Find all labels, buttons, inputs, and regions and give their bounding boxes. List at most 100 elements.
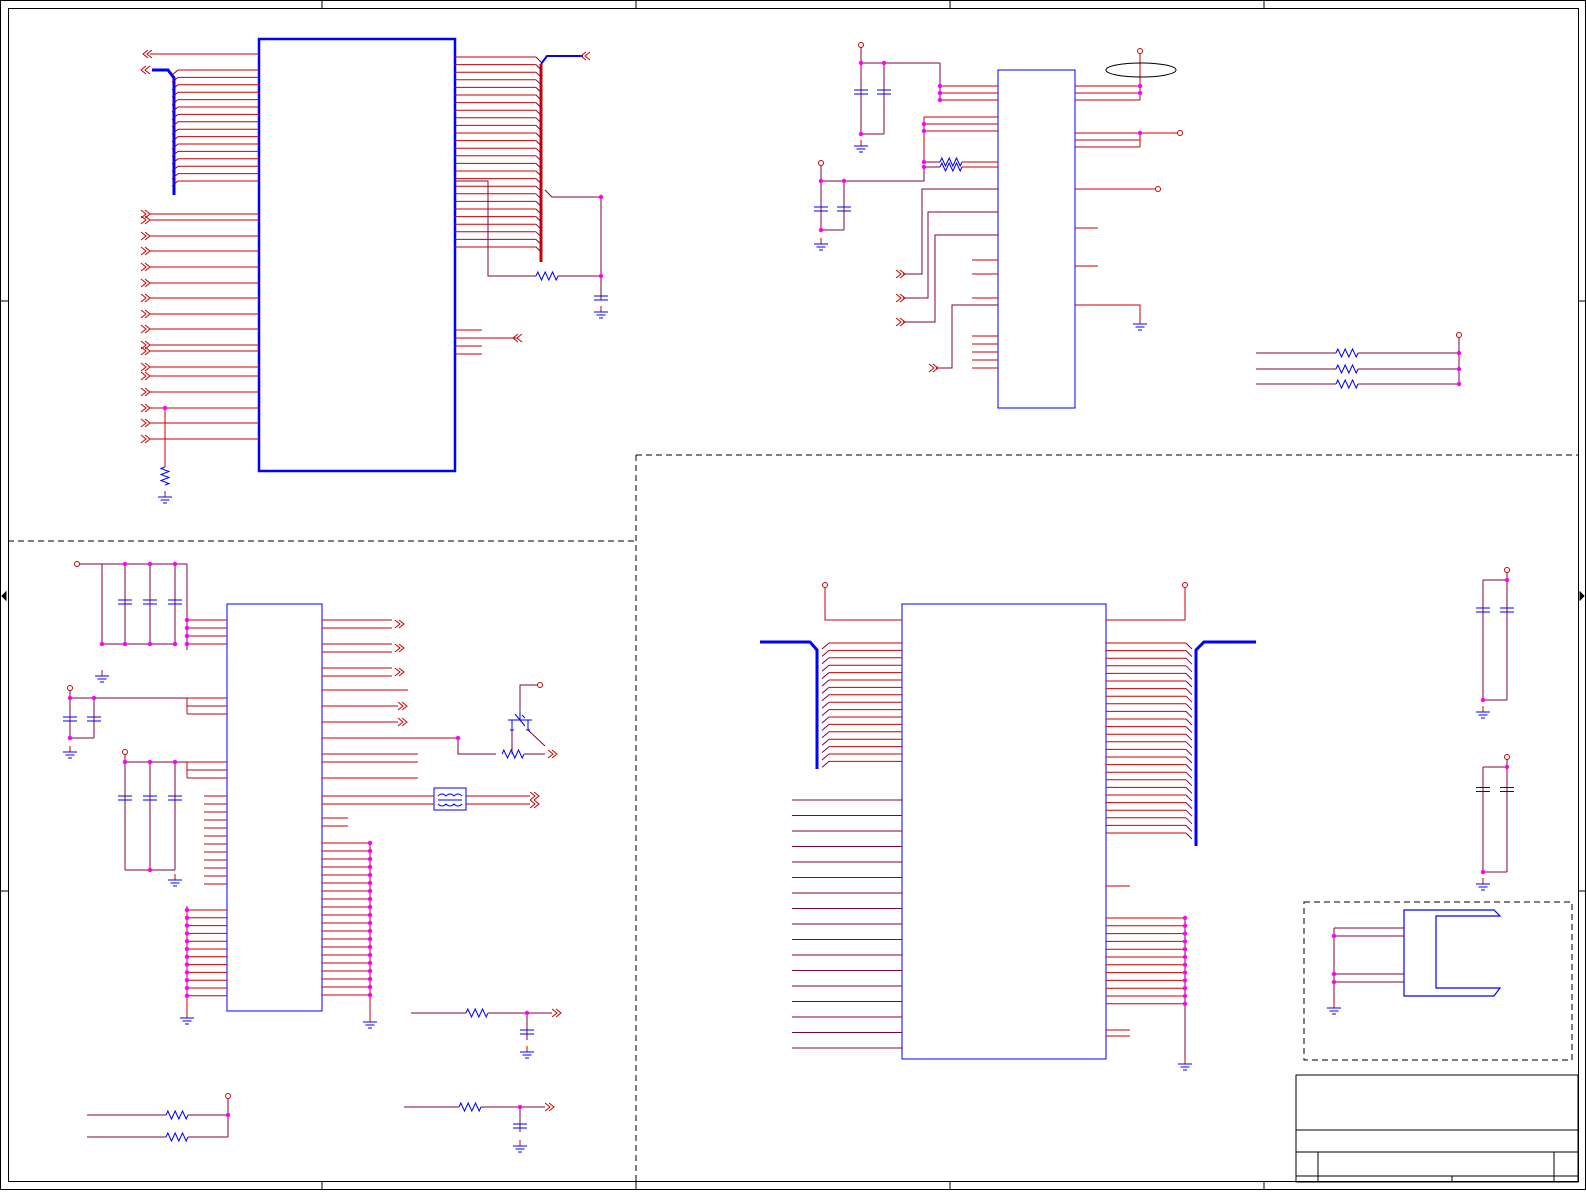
wire [186, 697, 227, 715]
resistor-icon [458, 1101, 482, 1113]
bus-entry [821, 746, 830, 753]
wire [457, 738, 496, 755]
power-pin-circle [537, 682, 543, 688]
bus-entry [1185, 733, 1193, 741]
power-pin-icon [67, 685, 73, 691]
junction-dot [184, 993, 190, 998]
wire [544, 189, 601, 198]
resistor-zigzag [939, 156, 963, 168]
junction-dot [1331, 971, 1337, 977]
ground-icon [854, 140, 868, 153]
bus-entry [821, 657, 830, 665]
ground-icon [95, 670, 109, 683]
wire [1106, 588, 1186, 621]
wire [455, 180, 536, 277]
ic-body-bottom-left [226, 603, 323, 1012]
connector-body [1403, 909, 1502, 997]
resistor-icon [465, 1007, 489, 1019]
junction-dot [921, 164, 927, 170]
junction-dot [147, 561, 153, 567]
resistor-zigzag [165, 1109, 189, 1121]
transformer-box [433, 787, 467, 811]
transformer-coils [437, 793, 463, 807]
off-page-arrow-icon [140, 387, 151, 397]
bus-entry [821, 701, 830, 709]
junction-dot [91, 695, 97, 701]
junction-dot [1480, 869, 1486, 875]
bus-entry [1185, 718, 1193, 726]
junction-dot [937, 90, 943, 96]
off-page-arrow-icon [529, 799, 540, 809]
bus-line [760, 640, 819, 769]
arrow-chevrons [140, 324, 151, 334]
junction-dot [172, 759, 178, 765]
bus-entry [1185, 665, 1193, 673]
arrow-chevrons [140, 371, 151, 381]
bus-entry [821, 672, 830, 679]
off-page-arrow-icon [140, 362, 151, 372]
junction-dot [1182, 1001, 1188, 1006]
bus-line [152, 68, 176, 195]
off-page-arrow-icon [140, 309, 151, 319]
arrow-chevrons [544, 1102, 555, 1112]
arrow-chevrons [140, 65, 151, 75]
off-page-arrow-icon [140, 262, 151, 272]
bus-entry [1185, 726, 1193, 733]
arrow-chevrons [140, 418, 151, 428]
power-pin-circle [1137, 48, 1143, 54]
junction-dot [367, 936, 373, 942]
ic-body-bottom-right [901, 603, 1107, 1060]
off-page-arrow-icon [140, 418, 151, 428]
power-pin-circle [1456, 332, 1462, 338]
off-page-arrow-icon [394, 619, 405, 629]
off-page-arrow-icon [140, 324, 151, 334]
junction-dot [367, 888, 373, 894]
power-pin-circle [858, 42, 864, 48]
junction-dot [184, 931, 190, 936]
junction-dot [184, 970, 190, 975]
junction-dot [367, 944, 373, 950]
ground-icon [63, 746, 77, 759]
ground-icon [1476, 706, 1490, 719]
power-pin-icon [74, 561, 80, 567]
power-pin-circle [67, 685, 73, 691]
junction-dot [367, 976, 373, 982]
arrow-chevrons [529, 791, 540, 801]
resistor-icon [159, 466, 171, 486]
bus-entry [1185, 650, 1193, 657]
ground-icon [158, 491, 172, 504]
bus-entry [1185, 779, 1193, 787]
resistor-icon [1335, 378, 1359, 390]
arrow-chevrons [140, 278, 151, 288]
power-pin-icon [822, 582, 828, 588]
junction-dot [147, 759, 153, 765]
bus-entry [821, 687, 830, 694]
wires [150, 52, 1186, 1037]
junction-dot [858, 60, 864, 66]
power-pin-icon [1504, 567, 1510, 573]
ground-icon [520, 1046, 534, 1059]
power-pin-icon [537, 682, 543, 688]
ic-body-top-left [257, 37, 457, 473]
off-page-arrow-icon [140, 371, 151, 381]
arrow-chevrons [547, 749, 558, 759]
bus-entry [821, 694, 830, 702]
junction-dot [1137, 90, 1143, 96]
junction-dot [1182, 939, 1188, 944]
junction-dot [367, 904, 373, 910]
junction-dot [147, 641, 153, 647]
junction-dot [122, 561, 128, 567]
resistor-icon [939, 161, 963, 173]
ground-icon [1133, 318, 1147, 331]
junction-dot [367, 856, 373, 862]
junction-dot [858, 131, 864, 137]
junction-dot [1456, 366, 1462, 372]
bus-entry [821, 664, 830, 672]
off-page-arrow-icon [397, 717, 408, 727]
junction-dot [598, 194, 604, 200]
wire [821, 167, 925, 182]
buses [152, 55, 1256, 846]
power-pin-icon [818, 160, 824, 166]
junction-dot [1456, 381, 1462, 387]
arrow-chevrons [140, 309, 151, 319]
